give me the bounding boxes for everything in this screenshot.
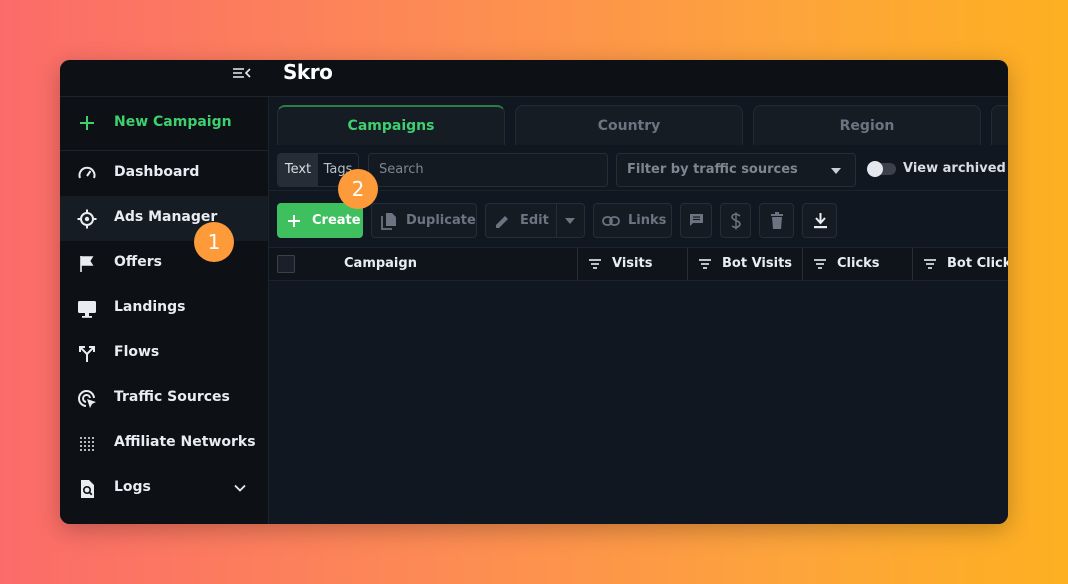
sidebar-item-ads-manager[interactable]: Ads Manager <box>60 196 268 241</box>
column-header-bot-visits[interactable]: Bot Visits <box>687 248 803 280</box>
sidebar-item-label: Ads Manager <box>114 209 218 225</box>
duplicate-label: Duplicate <box>406 213 476 228</box>
app-window: Skro New Campaign Dashboard Ads Manager … <box>60 60 1008 524</box>
column-label: Visits <box>612 256 653 271</box>
pencil-icon <box>496 216 508 228</box>
sidebar: New Campaign Dashboard Ads Manager Offer… <box>60 97 269 524</box>
column-header-visits[interactable]: Visits <box>577 248 688 280</box>
create-button[interactable]: Create <box>277 203 363 238</box>
filter-bar: Text Tags Search Filter by traffic sourc… <box>269 146 1008 190</box>
table-header: Campaign Visits Bot Visits Clicks Bot Cl… <box>269 247 1008 281</box>
tab-next[interactable] <box>991 105 1008 145</box>
comment-icon <box>690 214 703 226</box>
sidebar-item-offers[interactable]: Offers <box>60 241 268 286</box>
speedometer-icon <box>78 166 96 179</box>
copy-icon <box>381 213 396 230</box>
sidebar-item-flows[interactable]: Flows <box>60 331 268 376</box>
toggle-knob <box>867 161 883 177</box>
tab-region[interactable]: Region <box>753 105 981 145</box>
sidebar-item-label: Logs <box>114 479 151 495</box>
sidebar-item-label: Dashboard <box>114 164 200 180</box>
tab-country[interactable]: Country <box>515 105 743 145</box>
new-campaign-label: New Campaign <box>114 114 232 130</box>
duplicate-button[interactable]: Duplicate <box>371 203 477 238</box>
cost-button[interactable] <box>720 203 751 238</box>
plus-icon <box>288 215 300 227</box>
step-badge-2: 2 <box>338 169 378 209</box>
link-icon <box>602 216 620 226</box>
chevron-down-icon[interactable] <box>565 218 575 225</box>
dropdown-arrow-icon <box>831 168 841 174</box>
edit-divider <box>556 204 557 237</box>
sidebar-item-label: Affiliate Networks <box>114 434 256 450</box>
links-label: Links <box>628 213 667 228</box>
filter-icon[interactable] <box>924 259 936 269</box>
target-cursor-icon <box>78 390 96 408</box>
select-all-checkbox[interactable] <box>277 255 295 273</box>
view-archived-label: View archived <box>903 161 1006 176</box>
column-header-bot-clicks[interactable]: Bot Clicks <box>912 248 1008 280</box>
sidebar-item-label: Offers <box>114 254 162 270</box>
export-button[interactable] <box>802 203 837 238</box>
document-search-icon <box>81 480 94 498</box>
column-label: Bot Clicks <box>947 256 1008 271</box>
sidebar-item-label: Traffic Sources <box>114 389 230 405</box>
links-button[interactable]: Links <box>593 203 672 238</box>
sidebar-item-affiliate-networks[interactable]: Affiliate Networks <box>60 421 268 466</box>
tab-campaigns[interactable]: Campaigns <box>277 105 505 145</box>
filter-icon[interactable] <box>699 259 711 269</box>
view-archived-toggle[interactable] <box>867 161 896 177</box>
plus-icon <box>80 116 94 130</box>
delete-button[interactable] <box>759 203 794 238</box>
dollar-icon <box>731 212 741 230</box>
monitor-icon <box>78 301 96 318</box>
traffic-source-filter-placeholder: Filter by traffic sources <box>627 162 798 177</box>
flag-icon <box>80 256 94 272</box>
app-logo[interactable]: Skro <box>283 60 333 84</box>
column-label: Clicks <box>837 256 880 271</box>
column-label: Campaign <box>344 256 417 271</box>
edit-label: Edit <box>520 213 549 228</box>
sidebar-item-dashboard[interactable]: Dashboard <box>60 151 268 196</box>
notes-button[interactable] <box>680 203 712 238</box>
toolbar: Create Duplicate Edit Links <box>269 190 1008 242</box>
edit-button[interactable]: Edit <box>485 203 585 238</box>
sidebar-item-label: Flows <box>114 344 160 360</box>
chevron-down-icon[interactable] <box>233 481 247 495</box>
crosshair-icon <box>77 209 97 229</box>
trash-icon <box>771 212 783 229</box>
collapse-sidebar-icon[interactable] <box>232 65 252 81</box>
dots-grid-icon <box>80 437 94 451</box>
column-label: Bot Visits <box>722 256 793 271</box>
sidebar-item-landings[interactable]: Landings <box>60 286 268 331</box>
top-bar: Skro <box>60 60 1008 97</box>
column-header-campaign[interactable]: Campaign <box>344 248 577 280</box>
traffic-source-filter[interactable]: Filter by traffic sources <box>616 153 856 187</box>
main-content: Campaigns Country Region Text Tags Searc… <box>269 97 1008 524</box>
search-input[interactable]: Search <box>368 153 608 187</box>
sidebar-item-label: Landings <box>114 299 186 315</box>
split-arrow-icon <box>79 346 95 362</box>
create-label: Create <box>312 213 361 228</box>
new-campaign-button[interactable]: New Campaign <box>60 97 268 151</box>
column-header-clicks[interactable]: Clicks <box>802 248 913 280</box>
search-mode-text[interactable]: Text <box>278 154 318 186</box>
filter-icon[interactable] <box>589 259 601 269</box>
sidebar-item-logs[interactable]: Logs <box>60 466 268 511</box>
filter-icon[interactable] <box>814 259 826 269</box>
step-badge-1: 1 <box>194 222 234 262</box>
sidebar-item-traffic-sources[interactable]: Traffic Sources <box>60 376 268 421</box>
download-icon <box>814 213 827 229</box>
